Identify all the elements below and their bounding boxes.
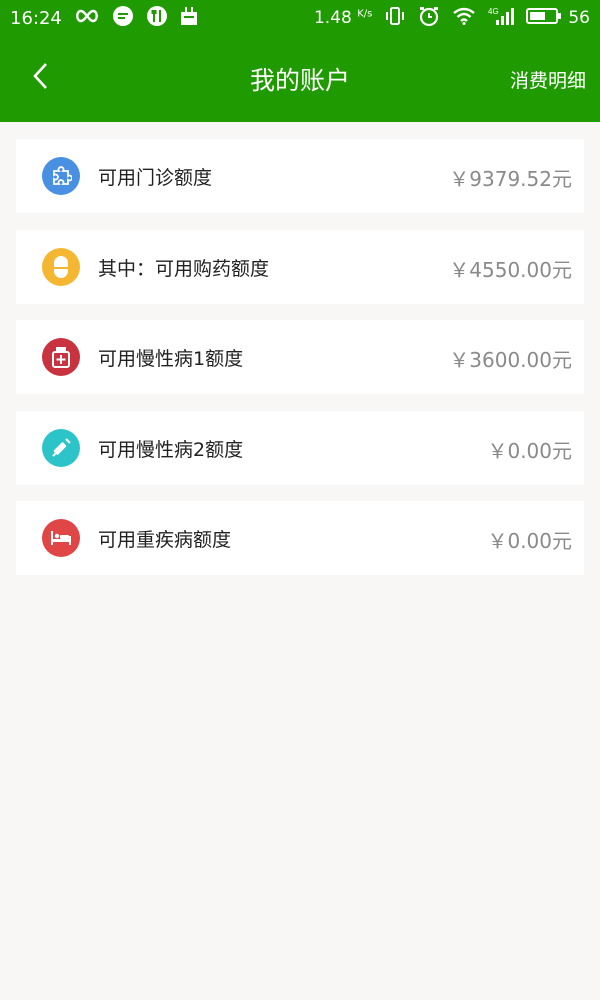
speed-unit: K/s: [357, 8, 373, 20]
status-time: 16:24: [10, 7, 62, 29]
account-amount: ￥0.00元: [487, 438, 572, 463]
list-item-chronic-2[interactable]: 可用慢性病2额度 ￥0.00元: [16, 410, 584, 485]
list-item-chronic-1[interactable]: 可用慢性病1额度 ￥3600.00元: [16, 320, 584, 394]
network-type: 4G: [488, 7, 499, 16]
account-amount: ￥9379.52元: [449, 167, 572, 191]
infinity-icon: [74, 8, 100, 28]
alarm-icon: [418, 5, 440, 32]
account-label: 可用慢性病1额度: [98, 348, 244, 370]
signal-icon: 4G: [488, 6, 515, 31]
account-label: 可用慢性病2额度: [98, 438, 244, 461]
puzzle-icon: [42, 157, 80, 195]
list-item-critical-illness[interactable]: 可用重疾病额度 ￥0.00元: [16, 501, 584, 575]
wifi-icon: [452, 7, 476, 30]
account-label: 其中：可用购药额度: [98, 257, 270, 280]
hospital-bed-icon: [42, 519, 80, 557]
nav-bar: 我的账户 消费明细: [0, 36, 600, 122]
list-item-outpatient[interactable]: 可用门诊额度 ￥9379.52元: [16, 139, 584, 213]
account-list: 可用门诊额度 ￥9379.52元 其中：可用购药额度 ￥4550.00元 可用慢…: [16, 139, 584, 592]
battery-icon: [526, 7, 562, 30]
syringe-icon: [42, 428, 80, 467]
account-label: 可用门诊额度: [98, 167, 213, 189]
account-amount: ￥4550.00元: [449, 257, 572, 282]
consumption-detail-link[interactable]: 消费明细: [510, 66, 586, 93]
account-amount: ￥0.00元: [487, 529, 572, 553]
vibrate-icon: [384, 6, 406, 31]
bag-icon: [180, 6, 198, 31]
status-bar: 16:24 1.48 K/s 4G 56: [0, 0, 600, 36]
pill-icon: [42, 247, 80, 286]
speed-value: 1.48: [313, 8, 352, 28]
list-item-medicine[interactable]: 其中：可用购药额度 ￥4550.00元: [16, 229, 584, 304]
network-speed: 1.48 K/s: [314, 8, 372, 28]
chat-bubble-icon: [112, 5, 134, 32]
fork-knife-icon: [146, 5, 168, 32]
app-header: 16:24 1.48 K/s 4G 56 我的账户 消费明细: [0, 0, 600, 122]
medicine-bottle-icon: [42, 338, 80, 376]
account-label: 可用重疾病额度: [98, 529, 232, 551]
account-amount: ￥3600.00元: [449, 348, 572, 372]
battery-level: 56: [568, 8, 590, 28]
